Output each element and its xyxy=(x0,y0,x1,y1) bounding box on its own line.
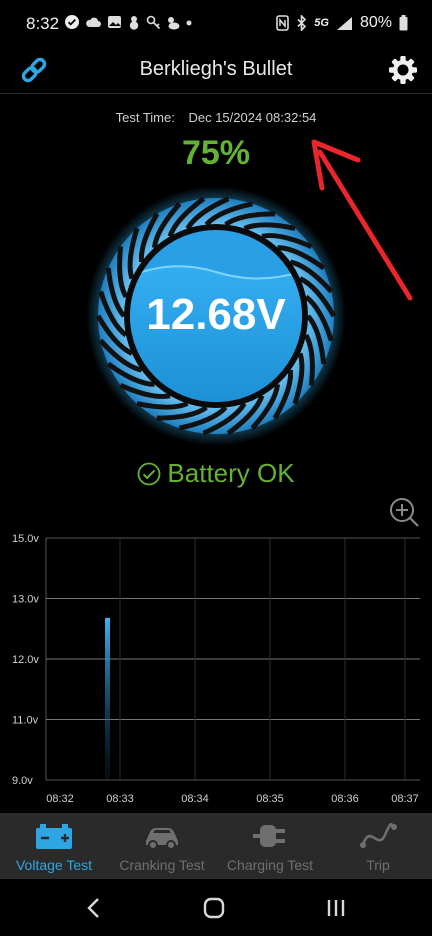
chart-y-tick-label: 13.0v xyxy=(12,594,39,606)
signal-icon xyxy=(336,16,352,30)
nfc-icon xyxy=(276,15,290,31)
zoom-in-icon[interactable] xyxy=(388,496,420,528)
notification-icons xyxy=(64,14,193,30)
app-bar: Berkliegh's Bullet xyxy=(0,50,432,94)
chart-y-tick-label: 12.0v xyxy=(12,654,39,666)
test-time: Test Time: Dec 15/2024 08:32:54 xyxy=(0,110,432,125)
recents-icon[interactable] xyxy=(322,895,350,921)
check-circle-icon xyxy=(138,462,161,485)
chart-y-tick-label: 11.0v xyxy=(12,715,39,727)
status-time: 8:32 xyxy=(26,14,60,33)
annotation-arrow-icon xyxy=(311,139,413,301)
bluetooth-icon xyxy=(297,15,307,31)
gear-icon[interactable] xyxy=(386,53,420,87)
system-nav xyxy=(0,879,432,936)
back-icon[interactable] xyxy=(80,895,108,921)
chart-x-tick-label: 08:35 xyxy=(256,793,284,805)
network-type: 5G xyxy=(314,17,329,29)
check-notification-icon xyxy=(65,15,79,29)
plug-icon xyxy=(253,825,285,847)
duck-notification-icon xyxy=(168,16,180,29)
car-icon xyxy=(146,828,178,850)
chart-x-tick-label: 08:34 xyxy=(181,793,209,805)
snowman-notification-icon xyxy=(129,15,139,30)
battery-status: Battery OK xyxy=(0,458,432,489)
home-icon[interactable] xyxy=(200,895,228,921)
battery-percent: 80% xyxy=(359,14,392,31)
status-bar: 8:32 5G 80% xyxy=(0,0,432,52)
tab-trip-label: Trip xyxy=(366,857,390,873)
test-time-label: Test Time: xyxy=(115,110,175,125)
tab-trip[interactable]: Trip xyxy=(324,813,432,879)
page-title: Berkliegh's Bullet xyxy=(139,58,293,80)
voltage-chart: 15.0v 13.0v 12.0v 11.0v 9.0v 08:32 08:33 08:34 0… xyxy=(12,533,420,805)
tab-charging-test-label: Charging Test xyxy=(226,857,314,873)
chart-bar xyxy=(105,617,110,780)
key-notification-icon xyxy=(146,15,161,29)
chart-x-tick-label: 08:32 xyxy=(46,793,74,805)
tab-voltage-test[interactable]: Voltage Test xyxy=(0,813,108,879)
cloud-notification-icon xyxy=(86,17,101,27)
chart-y-tick-label: 15.0v xyxy=(12,533,39,545)
route-icon xyxy=(360,822,397,848)
tab-cranking-test[interactable]: Cranking Test xyxy=(108,813,216,879)
chart-x-tick-label: 08:36 xyxy=(331,793,359,805)
test-time-value: Dec 15/2024 08:32:54 xyxy=(188,110,317,125)
bottom-nav: Voltage Test Cranking Test Charging Test… xyxy=(0,813,432,879)
battery-icon xyxy=(36,824,72,849)
status-right: 5G 80% xyxy=(276,14,408,32)
more-notifications-icon xyxy=(186,20,192,26)
tab-charging-test[interactable]: Charging Test xyxy=(216,813,324,879)
image-notification-icon xyxy=(108,16,121,28)
chart-x-tick-label: 08:37 xyxy=(391,793,419,805)
tab-cranking-test-label: Cranking Test xyxy=(119,857,205,873)
chart-y-tick-label: 9.0v xyxy=(12,775,33,787)
battery-status-text: Battery OK xyxy=(167,458,295,488)
tab-voltage-test-label: Voltage Test xyxy=(15,857,93,873)
battery-status-icon xyxy=(399,15,408,31)
chart-x-tick-label: 08:33 xyxy=(106,793,134,805)
